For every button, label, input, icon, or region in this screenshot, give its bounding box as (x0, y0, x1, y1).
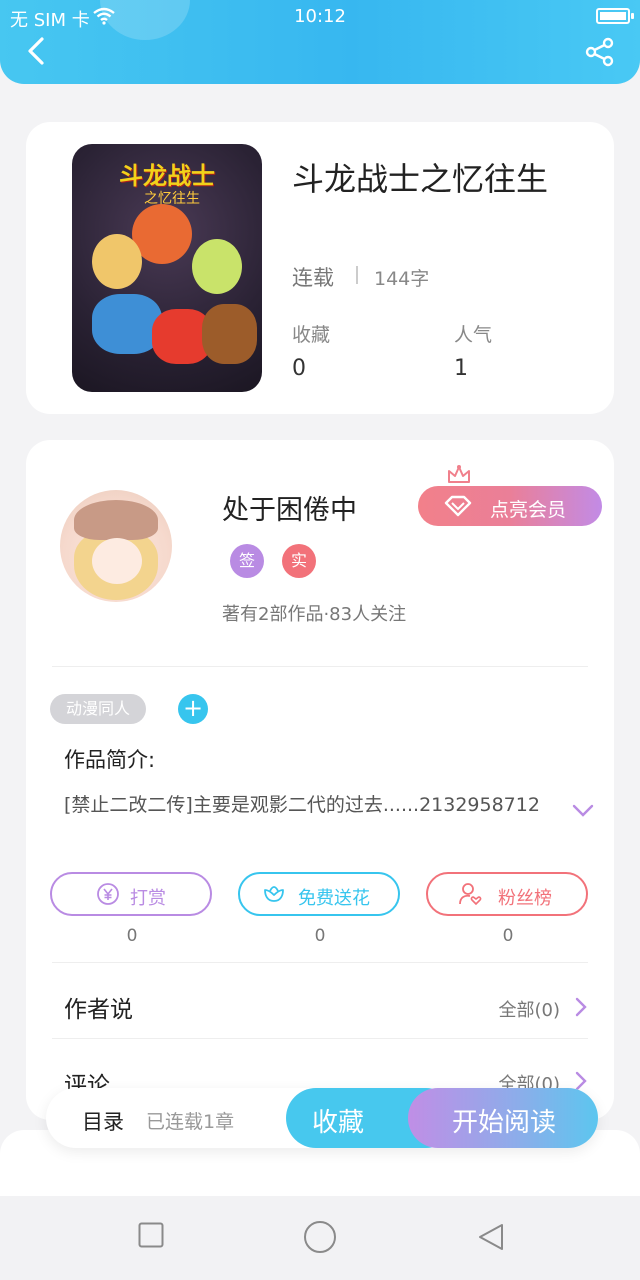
divider (52, 666, 588, 667)
stat-value-popularity: 1 (454, 356, 468, 381)
avatar-hat (74, 500, 158, 540)
app-header: 无 SIM 卡 10:12 (0, 0, 640, 84)
author-meta: 著有2部作品·83人关注 (222, 604, 407, 625)
avatar-face (92, 538, 142, 584)
word-count: 144字 (374, 268, 430, 290)
divider (52, 1038, 588, 1039)
book-title: 斗龙战士之忆往生 (292, 160, 549, 198)
fans-rank-button[interactable]: 粉丝榜 (426, 872, 588, 916)
triangle-back-icon[interactable] (476, 1222, 506, 1252)
book-info-card: 斗龙战士 之忆往生 斗龙战士之忆往生 连载 144字 收藏 0 人气 1 (26, 122, 614, 414)
diamond-icon (444, 495, 472, 517)
author-says-more[interactable]: 全部(0) (499, 996, 561, 1022)
badge-verified: 实 (282, 544, 316, 578)
cover-figure (202, 304, 257, 364)
author-name[interactable]: 处于困倦中 (222, 488, 357, 527)
crown-icon (448, 465, 470, 483)
system-nav-bar (0, 1196, 640, 1280)
send-flower-button[interactable]: 免费送花 (238, 872, 400, 916)
divider (52, 962, 588, 963)
battery-fill (600, 12, 626, 20)
vip-button[interactable]: 点亮会员 (418, 486, 602, 526)
status-bar: 无 SIM 卡 10:12 (0, 0, 640, 34)
badge-signed: 签 (230, 544, 264, 578)
cover-figure (192, 239, 242, 294)
yen-icon (97, 883, 119, 905)
author-says-title: 作者说 (64, 997, 133, 1023)
intro-label: 作品简介: (64, 748, 156, 772)
vertical-divider (356, 266, 358, 284)
cover-logo-title: 斗龙战士 (119, 162, 215, 190)
fans-rank-label: 粉丝榜 (498, 888, 552, 909)
tip-button[interactable]: 打赏 (50, 872, 212, 916)
chevron-left-icon[interactable] (24, 36, 50, 66)
stat-label-favorites: 收藏 (292, 324, 331, 346)
cover-logo-subtitle: 之忆往生 (144, 191, 200, 207)
book-cover[interactable]: 斗龙战士 之忆往生 (72, 144, 262, 392)
start-reading-button[interactable]: 开始阅读 (408, 1088, 598, 1148)
chevron-right-icon[interactable] (574, 996, 588, 1018)
flower-count: 0 (314, 926, 326, 946)
status-time: 10:12 (294, 6, 346, 27)
share-icon[interactable] (584, 36, 616, 68)
tip-count: 0 (126, 926, 138, 946)
serial-status: 已连载1章 (146, 1111, 235, 1133)
stat-label-popularity: 人气 (454, 324, 493, 346)
tip-button-label: 打赏 (130, 888, 166, 909)
work-tag[interactable]: 动漫同人 (50, 694, 147, 724)
flower-icon (264, 886, 284, 902)
fans-icon (459, 883, 482, 906)
add-tag-button[interactable]: + (178, 694, 208, 724)
battery-icon (596, 8, 634, 24)
vip-button-label: 点亮会员 (490, 499, 567, 521)
book-status: 连载 (292, 266, 334, 290)
start-reading-label: 开始阅读 (452, 1108, 557, 1138)
send-flower-label: 免费送花 (298, 888, 370, 909)
favorite-button-label: 收藏 (312, 1108, 365, 1138)
author-card: 处于困倦中 点亮会员 签 实 著有2部作品·83人关注 动漫同人 + 作品简介:… (26, 440, 614, 1120)
cover-figure (92, 234, 142, 289)
circle-icon[interactable] (303, 1220, 337, 1254)
avatar[interactable] (60, 490, 172, 602)
square-icon[interactable] (138, 1222, 164, 1248)
stat-value-favorites: 0 (292, 356, 306, 381)
toc-button[interactable]: 目录 (82, 1106, 124, 1136)
chevron-down-icon[interactable] (572, 804, 594, 818)
bottom-action-bar: 目录 已连载1章 收藏 开始阅读 (46, 1088, 598, 1148)
intro-text: [禁止二改二传]主要是观影二代的过去......2132958712 (64, 794, 540, 816)
fans-count: 0 (502, 926, 514, 946)
